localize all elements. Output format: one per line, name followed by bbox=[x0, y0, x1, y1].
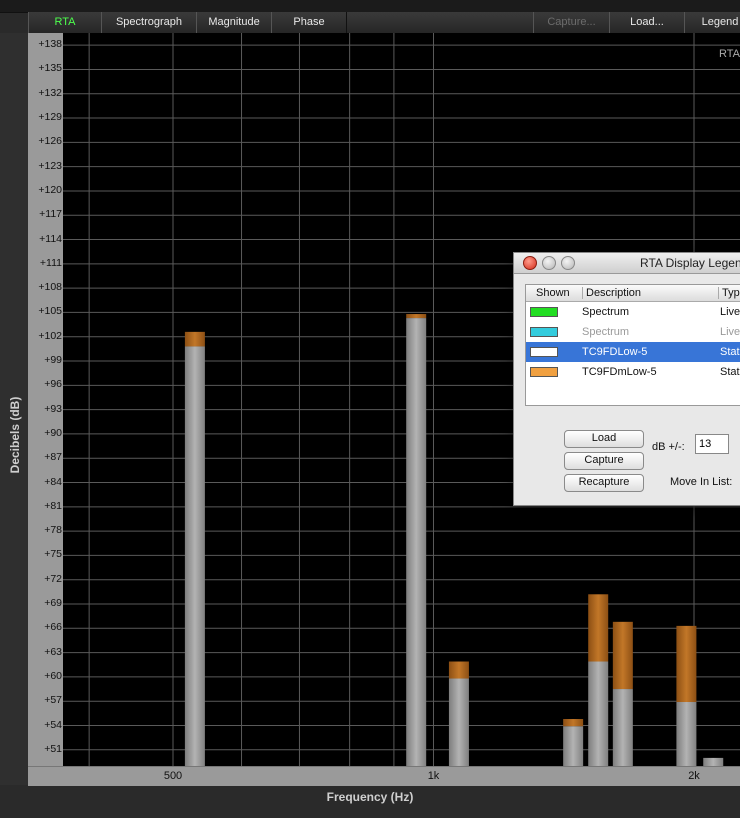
y-tick-label: +120 bbox=[38, 183, 62, 196]
load-button[interactable]: Load... bbox=[609, 12, 685, 33]
move-in-list-label: Move In List: bbox=[670, 476, 733, 488]
bar-tc9fdmlow-5 bbox=[588, 594, 609, 662]
zoom-icon[interactable] bbox=[561, 256, 575, 270]
color-swatch[interactable] bbox=[530, 327, 558, 337]
column-description[interactable]: Description bbox=[582, 287, 641, 299]
x-tick-label: 2k bbox=[688, 770, 700, 782]
x-axis: 500 1k 2k bbox=[28, 766, 740, 786]
legend-capture-button[interactable]: Capture bbox=[564, 452, 644, 470]
y-tick-label: +72 bbox=[44, 572, 62, 585]
bar-tc9fdmlow-5 bbox=[406, 314, 427, 319]
legend-table-header: Shown Description Type bbox=[526, 285, 740, 302]
minimize-icon[interactable] bbox=[542, 256, 556, 270]
y-tick-label: +123 bbox=[38, 159, 62, 172]
y-tick-label: +114 bbox=[39, 232, 62, 245]
bar-tc9fdlow-5 bbox=[406, 318, 427, 766]
legend-row-type: Static bbox=[720, 366, 740, 378]
legend-row[interactable]: TC9FDmLow-5 Static bbox=[526, 362, 740, 382]
y-axis: +138 +135 +132 +129 +126 +123 +120 +117 +114 +111… bbox=[28, 33, 63, 766]
legend-recapture-button[interactable]: Recapture bbox=[564, 474, 644, 492]
y-tick-label: +132 bbox=[38, 86, 62, 99]
y-tick-label: +108 bbox=[38, 281, 62, 294]
y-tick-label: +129 bbox=[38, 111, 62, 124]
rta-corner-label: RTA bbox=[719, 48, 740, 60]
legend-row-description: Spectrum bbox=[582, 306, 630, 318]
y-tick-label: +66 bbox=[44, 621, 62, 634]
y-tick-label: +87 bbox=[44, 451, 62, 464]
y-tick-label: +69 bbox=[44, 597, 62, 609]
bar-tc9fdlow-5 bbox=[588, 661, 609, 766]
legend-row[interactable]: Spectrum Live bbox=[526, 302, 740, 322]
bar-tc9fdlow-5 bbox=[184, 346, 205, 766]
y-tick-label: +81 bbox=[44, 499, 62, 512]
y-tick-label: +51 bbox=[44, 742, 62, 755]
y-tick-label: +126 bbox=[38, 135, 62, 148]
tab-phase[interactable]: Phase bbox=[271, 12, 347, 33]
close-icon[interactable] bbox=[523, 256, 537, 270]
color-swatch[interactable] bbox=[530, 347, 558, 357]
y-tick-label: +138 bbox=[38, 38, 62, 51]
color-swatch[interactable] bbox=[530, 367, 558, 377]
capture-button[interactable]: Capture... bbox=[533, 12, 610, 33]
legend-row-description: TC9FDmLow-5 bbox=[582, 366, 657, 378]
bar-tc9fdmlow-5 bbox=[563, 719, 584, 727]
x-tick-label: 1k bbox=[427, 770, 440, 782]
y-tick-label: +96 bbox=[44, 378, 62, 391]
y-tick-label: +78 bbox=[44, 524, 62, 537]
tab-rta[interactable]: RTA bbox=[28, 12, 102, 33]
bar-tc9fdmlow-5 bbox=[612, 621, 633, 690]
bar-tc9fdmlow-5 bbox=[676, 625, 697, 703]
bar-tc9fdlow-5 bbox=[448, 678, 469, 766]
y-title-panel: Decibels (dB) bbox=[0, 33, 28, 785]
legend-row-type: Live bbox=[720, 306, 740, 318]
bar-tc9fdlow-5 bbox=[563, 726, 584, 766]
legend-window: RTA Display Legend Shown Description Typ… bbox=[513, 252, 740, 506]
legend-row-type: Static bbox=[720, 346, 740, 358]
y-tick-label: +117 bbox=[39, 208, 62, 221]
x-tick-label: 500 bbox=[163, 770, 183, 782]
db-range-input[interactable] bbox=[695, 434, 729, 454]
bar-tc9fdmlow-5 bbox=[448, 661, 469, 679]
bar-tc9fdlow-5 bbox=[612, 689, 633, 766]
y-tick-label: +63 bbox=[44, 645, 62, 658]
y-tick-label: +111 bbox=[39, 256, 62, 269]
y-tick-label: +90 bbox=[44, 426, 62, 439]
bar-tc9fdmlow-5 bbox=[184, 331, 205, 347]
tab-spectrograph[interactable]: Spectrograph bbox=[101, 12, 197, 33]
legend-table: Shown Description Type SpectrumLiveSpect… bbox=[525, 284, 740, 406]
legend-title: RTA Display Legend bbox=[640, 256, 740, 270]
y-tick-label: +57 bbox=[44, 694, 62, 707]
tab-magnitude[interactable]: Magnitude bbox=[196, 12, 272, 33]
y-tick-label: +105 bbox=[38, 305, 62, 318]
y-tick-label: +102 bbox=[38, 329, 62, 342]
legend-title-bar[interactable]: RTA Display Legend bbox=[514, 253, 740, 274]
y-tick-label: +54 bbox=[44, 718, 62, 731]
y-tick-label: +93 bbox=[44, 402, 62, 415]
legend-row[interactable]: Spectrum Live bbox=[526, 322, 740, 342]
color-swatch[interactable] bbox=[530, 307, 558, 317]
legend-button[interactable]: Legend bbox=[684, 12, 740, 33]
legend-row-type: Live bbox=[720, 326, 740, 338]
y-tick-label: +135 bbox=[38, 62, 62, 75]
x-axis-title: Frequency (Hz) bbox=[326, 790, 414, 804]
y-tick-label: +84 bbox=[44, 475, 62, 488]
y-tick-label: +60 bbox=[44, 669, 62, 682]
bar-tc9fdlow-5 bbox=[676, 702, 697, 766]
legend-row-description: Spectrum bbox=[582, 326, 630, 338]
y-tick-label: +75 bbox=[44, 548, 62, 561]
legend-row-description: TC9FDLow-5 bbox=[582, 346, 648, 358]
column-shown[interactable]: Shown bbox=[536, 287, 570, 299]
toolbar: RTA Spectrograph Magnitude Phase Capture… bbox=[28, 12, 740, 34]
y-axis-title: Decibels (dB) bbox=[8, 396, 22, 474]
bar-tc9fdlow-5 bbox=[703, 757, 724, 766]
legend-load-button[interactable]: Load bbox=[564, 430, 644, 448]
y-tick-label: +99 bbox=[44, 354, 62, 367]
column-type[interactable]: Type bbox=[718, 287, 740, 299]
db-range-label: dB +/-: bbox=[652, 441, 685, 453]
legend-row[interactable]: TC9FDLow-5 Static bbox=[526, 342, 740, 362]
